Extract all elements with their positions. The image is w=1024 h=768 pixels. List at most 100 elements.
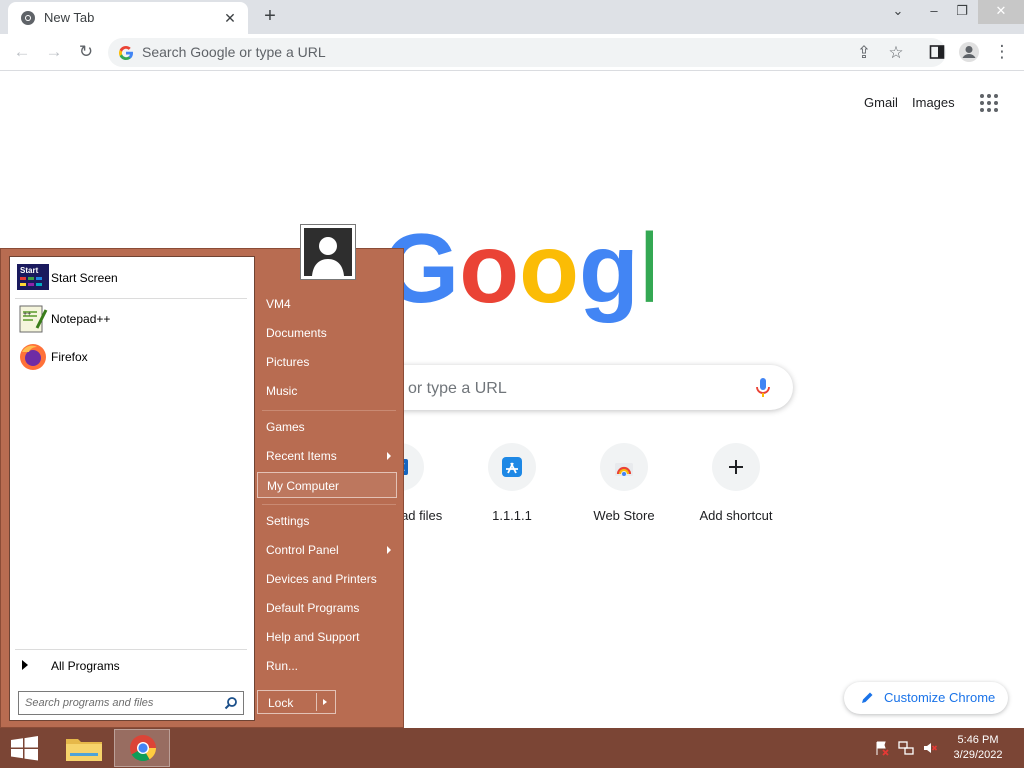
start-right-label: Control Panel [266,543,339,557]
bookmark-star-icon[interactable]: ☆ [884,41,908,65]
start-right-separator [262,410,396,411]
all-programs-button[interactable]: All Programs [15,655,247,677]
new-tab-button[interactable]: + [258,5,282,29]
start-menu-search-input[interactable]: Search programs and files [18,691,244,715]
forward-icon[interactable]: → [42,40,66,64]
start-right-music[interactable]: Music [257,378,397,404]
start-search-placeholder: Search programs and files [25,697,154,709]
start-right-recent-items[interactable]: Recent Items [257,443,397,469]
user-avatar[interactable] [300,224,356,280]
gmail-link[interactable]: Gmail [864,95,898,110]
shortcut-label: 1.1.1.1 [492,508,532,523]
shortcut-label: Web Store [593,508,655,523]
start-right-label: Run... [266,659,299,673]
start-menu-item-label: Firefox [51,350,88,364]
start-menu-item-notepadpp[interactable]: ++ Notepad++ [15,301,247,337]
system-clock[interactable]: 5:46 PM 3/29/2022 [946,733,1010,763]
customize-chrome-label: Customize Chrome [884,690,996,705]
start-right-label: Help and Support [266,630,360,644]
shortcut-tile [488,443,536,491]
start-right-devices-printers[interactable]: Devices and Printers [257,566,397,592]
address-bar[interactable]: Search Google or type a URL ⇪ ☆ [108,38,946,67]
network-icon[interactable] [898,740,914,756]
reload-icon[interactable]: ↻ [74,40,98,64]
close-window-button[interactable]: ✕ [978,0,1024,24]
customize-chrome-button[interactable]: Customize Chrome [844,682,1008,714]
shortcut-1111[interactable]: 1.1.1.1 [456,443,568,533]
voice-search-icon[interactable] [753,376,773,400]
file-explorer-icon [66,739,102,761]
search-icon[interactable] [224,696,238,710]
firefox-icon [20,344,46,370]
submenu-arrow-icon [387,546,391,554]
start-menu-item-start-screen[interactable]: Start Start Screen [15,260,247,296]
shortcut-web-store[interactable]: Web Store [568,443,680,533]
start-right-help-support[interactable]: Help and Support [257,624,397,650]
lock-label: Lock [268,696,294,710]
taskbar-chrome[interactable] [114,729,170,767]
user-silhouette-icon [312,237,344,276]
start-right-label: Documents [266,326,327,340]
svg-text:Start: Start [20,266,39,275]
chrome-icon [130,735,157,762]
svg-text:++: ++ [23,311,31,318]
start-right-documents[interactable]: Documents [257,320,397,346]
ntp-search-placeholder: or type a URL [408,380,507,397]
tab-strip: New Tab ✕ + ⌄ – ❐ ✕ [0,0,1024,34]
volume-muted-icon[interactable] [922,740,938,756]
web-store-icon [615,463,633,476]
start-menu-programs-pane: Start Start Screen ++ Notepad++ Firefox … [9,256,255,721]
back-icon[interactable]: ← [10,40,34,64]
start-right-settings[interactable]: Settings [257,508,397,534]
lock-button[interactable]: Lock [257,690,336,714]
shortcut-add[interactable]: Add shortcut [680,443,792,533]
plus-icon [729,460,743,474]
start-right-label: My Computer [267,479,340,493]
start-menu-separator [15,649,247,650]
google-logo: Google [383,218,653,323]
start-right-separator [262,504,396,505]
start-right-games[interactable]: Games [257,414,397,440]
start-button[interactable] [0,729,56,767]
start-menu-item-firefox[interactable]: Firefox [15,339,247,375]
start-right-label: Default Programs [266,601,360,615]
tab-new-tab[interactable]: New Tab ✕ [8,2,248,34]
menu-kebab-icon[interactable]: ⋮ [990,40,1014,64]
shortcut-tile [712,443,760,491]
svg-text:Google: Google [383,218,653,323]
power-options-arrow-icon[interactable] [323,699,327,705]
chrome-favicon-icon [21,11,35,25]
lock-divider [316,693,317,711]
action-center-flag-icon[interactable] [874,740,890,756]
windows-logo-icon [11,736,38,761]
start-right-my-computer[interactable]: My Computer [257,472,397,498]
shortcut-label: Add shortcut [699,508,773,523]
start-right-control-panel[interactable]: Control Panel [257,537,397,563]
all-programs-label: All Programs [51,659,120,673]
start-right-label: VM4 [266,297,291,311]
start-screen-icon: Start [17,264,49,290]
start-right-vm4[interactable]: VM4 [257,291,397,317]
share-icon[interactable]: ⇪ [852,41,876,65]
restore-button[interactable]: ❐ [944,0,980,24]
start-right-pictures[interactable]: Pictures [257,349,397,375]
start-right-run[interactable]: Run... [257,653,397,679]
google-apps-icon[interactable] [980,94,1000,114]
tab-close-icon[interactable]: ✕ [220,8,240,28]
images-link[interactable]: Images [912,95,955,110]
start-right-label: Music [266,384,298,398]
shortcut-tile [600,443,648,491]
start-right-label: Settings [266,514,310,528]
start-right-label: Games [266,420,305,434]
pencil-icon [862,692,873,703]
profile-icon[interactable] [957,40,981,64]
start-right-default-programs[interactable]: Default Programs [257,595,397,621]
tab-search-icon[interactable]: ⌄ [880,0,916,24]
tab-title: New Tab [44,10,95,25]
app-store-icon [502,457,522,477]
taskbar: 5:46 PM 3/29/2022 [0,728,1024,768]
clock-time: 5:46 PM [957,734,999,746]
taskbar-explorer[interactable] [56,729,112,767]
start-menu-item-label: Start Screen [51,271,118,285]
side-panel-icon[interactable] [925,40,949,64]
